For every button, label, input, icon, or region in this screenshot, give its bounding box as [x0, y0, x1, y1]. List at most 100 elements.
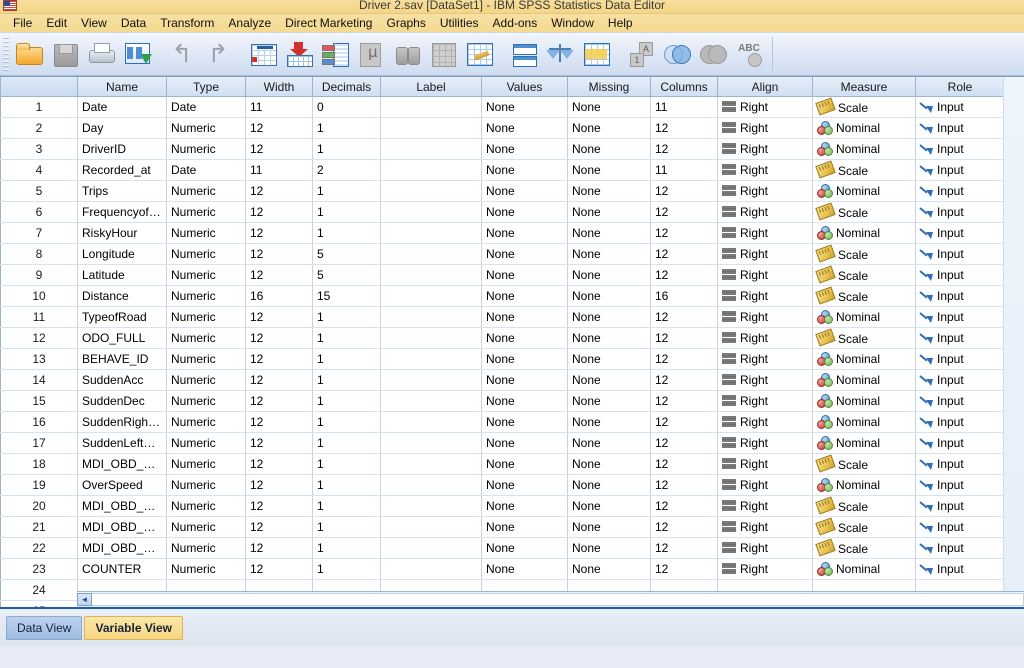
cell-columns[interactable]: 12	[650, 243, 718, 265]
cell-columns[interactable]: 12	[650, 369, 718, 391]
use-sets-button[interactable]	[659, 35, 695, 73]
cell-label[interactable]	[380, 159, 482, 181]
cell-width[interactable]: 12	[245, 117, 313, 139]
cell-role[interactable]: Input	[915, 243, 1005, 265]
redo-button[interactable]: ↱	[200, 35, 236, 73]
cell-values[interactable]: None	[481, 264, 568, 286]
open-file-button[interactable]	[11, 35, 47, 73]
insert-case-button[interactable]	[425, 35, 461, 73]
column-header-align[interactable]: Align	[717, 77, 813, 97]
row-header-cell[interactable]: 25	[0, 600, 78, 607]
cell-name[interactable]: DriverID	[77, 138, 167, 160]
cell-decimals[interactable]: 1	[312, 222, 381, 244]
cell-role[interactable]: Input	[915, 516, 1005, 538]
cell-type[interactable]: Numeric	[166, 201, 246, 223]
cell-values[interactable]: None	[481, 327, 568, 349]
cell-missing[interactable]: None	[567, 243, 651, 265]
cell-missing[interactable]: None	[567, 222, 651, 244]
cell-width[interactable]: 12	[245, 390, 313, 412]
cell-role[interactable]: Input	[915, 411, 1005, 433]
cell-role[interactable]: Input	[915, 264, 1005, 286]
cell-align[interactable]: Right	[717, 432, 813, 454]
cell-type[interactable]: Numeric	[166, 348, 246, 370]
cell-label[interactable]	[380, 117, 482, 139]
cell-columns[interactable]: 12	[650, 495, 718, 517]
cell-role[interactable]: Input	[915, 201, 1005, 223]
cell-label[interactable]	[380, 516, 482, 538]
cell-width[interactable]: 12	[245, 474, 313, 496]
row-header-cell[interactable]: 3	[0, 138, 78, 160]
cell-columns[interactable]: 12	[650, 537, 718, 559]
spell-check-button[interactable]	[731, 35, 767, 73]
select-cases-button[interactable]	[578, 35, 614, 73]
table-row[interactable]: 20 MDI_OBD_… Numeric 12 1 None None 12 Right Scal…	[0, 495, 1005, 517]
cell-measure[interactable]: Nominal	[812, 369, 916, 391]
cell-role[interactable]: Input	[915, 327, 1005, 349]
cell-name[interactable]: SuddenDec	[77, 390, 167, 412]
cell-missing[interactable]: None	[567, 180, 651, 202]
cell-decimals[interactable]: 1	[312, 180, 381, 202]
cell-role[interactable]: Input	[915, 117, 1005, 139]
cell-decimals[interactable]: 1	[312, 327, 381, 349]
cell-values[interactable]: None	[481, 537, 568, 559]
cell-measure[interactable]: Nominal	[812, 138, 916, 160]
cell-columns[interactable]: 12	[650, 138, 718, 160]
cell-missing[interactable]: None	[567, 495, 651, 517]
cell-name[interactable]: SuddenAcc	[77, 369, 167, 391]
cell-missing[interactable]: None	[567, 159, 651, 181]
cell-label[interactable]	[380, 558, 482, 580]
cell-type[interactable]: Numeric	[166, 558, 246, 580]
cell-values[interactable]: None	[481, 369, 568, 391]
cell-decimals[interactable]: 1	[312, 432, 381, 454]
cell-name[interactable]: Trips	[77, 180, 167, 202]
row-header-cell[interactable]: 1	[0, 96, 78, 118]
cell-name[interactable]: BEHAVE_ID	[77, 348, 167, 370]
scroll-left-arrow-icon[interactable]: ◄	[77, 593, 92, 606]
cell-type[interactable]: Numeric	[166, 180, 246, 202]
table-row[interactable]: 16 SuddenRigh… Numeric 12 1 None None 12 Right No…	[0, 411, 1005, 433]
menu-transform[interactable]: Transform	[153, 15, 221, 32]
cell-name[interactable]: Frequencyof…	[77, 201, 167, 223]
table-row[interactable]: 23 COUNTER Numeric 12 1 None None 12 Right Nomina…	[0, 558, 1005, 580]
cell-values[interactable]: None	[481, 411, 568, 433]
cell-measure[interactable]: Scale	[812, 243, 916, 265]
cell-decimals[interactable]: 1	[312, 537, 381, 559]
table-row[interactable]: 22 MDI_OBD_… Numeric 12 1 None None 12 Right Scal…	[0, 537, 1005, 559]
cell-label[interactable]	[380, 495, 482, 517]
cell-label[interactable]	[380, 537, 482, 559]
cell-width[interactable]: 12	[245, 537, 313, 559]
scroll-track[interactable]	[92, 593, 1024, 606]
cell-type[interactable]: Date	[166, 96, 246, 118]
menu-analyze[interactable]: Analyze	[221, 15, 278, 32]
cell-missing[interactable]: None	[567, 516, 651, 538]
cell-role[interactable]: Input	[915, 285, 1005, 307]
cell-columns[interactable]: 12	[650, 327, 718, 349]
cell-measure[interactable]: Scale	[812, 285, 916, 307]
cell-measure[interactable]: Scale	[812, 159, 916, 181]
row-header-cell[interactable]: 11	[0, 306, 78, 328]
cell-width[interactable]: 12	[245, 243, 313, 265]
cell-missing[interactable]: None	[567, 348, 651, 370]
tab-variable-view[interactable]: Variable View	[84, 615, 183, 640]
column-header-measure[interactable]: Measure	[812, 77, 916, 97]
cell-missing[interactable]: None	[567, 474, 651, 496]
cell-role[interactable]: Input	[915, 159, 1005, 181]
table-row[interactable]: 19 OverSpeed Numeric 12 1 None None 12 Right Nomi…	[0, 474, 1005, 496]
cell-width[interactable]: 12	[245, 516, 313, 538]
row-header-cell[interactable]: 20	[0, 495, 78, 517]
cell-measure[interactable]: Nominal	[812, 180, 916, 202]
weight-cases-button[interactable]	[542, 35, 578, 73]
cell-decimals[interactable]: 1	[312, 474, 381, 496]
row-header-cell[interactable]: 18	[0, 453, 78, 475]
column-header-width[interactable]: Width	[245, 77, 313, 97]
cell-type[interactable]: Numeric	[166, 285, 246, 307]
cell-role[interactable]: Input	[915, 180, 1005, 202]
cell-columns[interactable]: 11	[650, 159, 718, 181]
cell-columns[interactable]: 12	[650, 201, 718, 223]
cell-align[interactable]: Right	[717, 558, 813, 580]
cell-values[interactable]: None	[481, 138, 568, 160]
cell-align[interactable]: Right	[717, 411, 813, 433]
table-row[interactable]: 17 SuddenLeft… Numeric 12 1 None None 12 Right No…	[0, 432, 1005, 454]
row-header-cell[interactable]: 2	[0, 117, 78, 139]
find-button[interactable]	[389, 35, 425, 73]
